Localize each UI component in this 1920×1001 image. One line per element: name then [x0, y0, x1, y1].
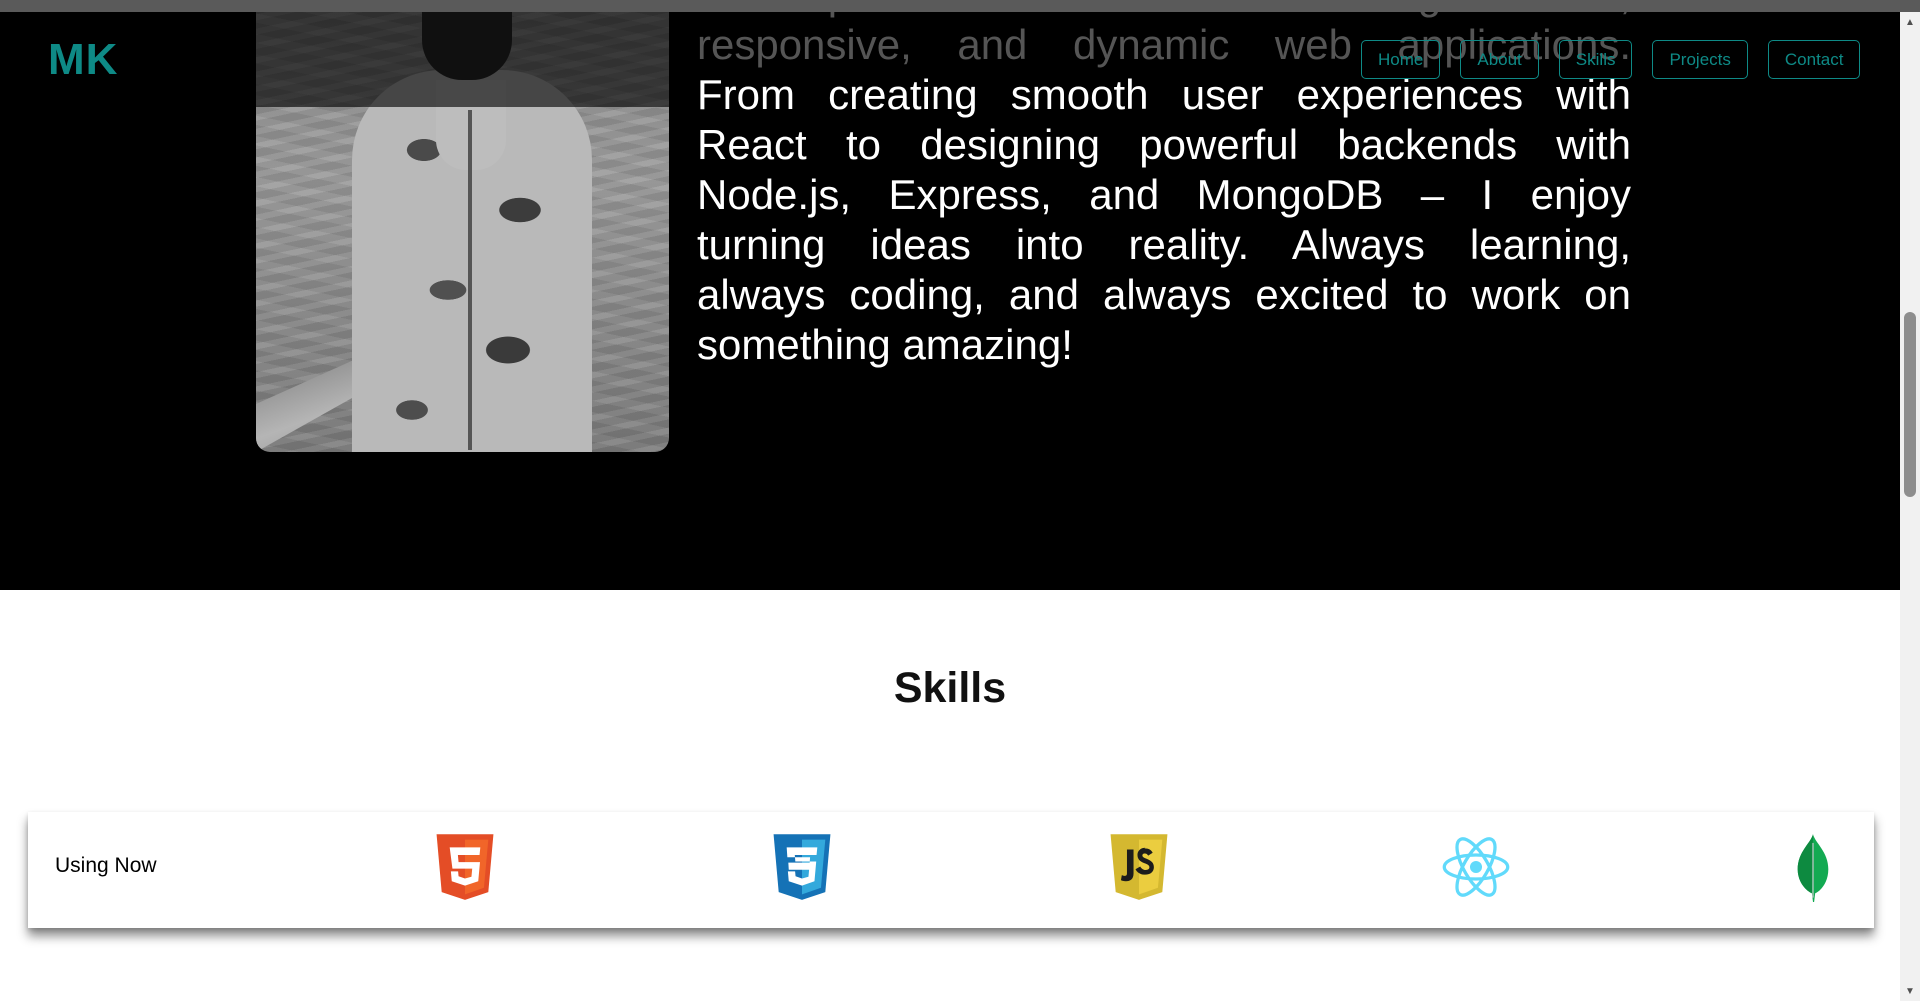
mongodb-icon [1778, 832, 1848, 902]
bio-line: React to designing powerful backends wit… [697, 121, 1631, 168]
profile-photo [256, 0, 669, 452]
css3-icon [767, 832, 837, 902]
bio-line: always coding, and always excited to wor… [697, 271, 1631, 318]
scroll-down-arrow-icon[interactable]: ▼ [1900, 981, 1920, 1001]
photo-overlay [256, 0, 669, 107]
photo-person-zipper [468, 110, 472, 450]
bio-line: something amazing! [697, 321, 1073, 368]
javascript-icon [1104, 832, 1174, 902]
skills-card-using-now: Using Now [28, 812, 1874, 928]
scroll-up-arrow-icon[interactable]: ▲ [1900, 12, 1920, 32]
nav-skills-button[interactable]: Skills [1558, 40, 1633, 79]
bio-line: turning ideas into reality. Always learn… [697, 221, 1631, 268]
browser-top-strip [0, 0, 1920, 12]
react-icon [1441, 832, 1511, 902]
main-nav: Home About Skills Projects Contact [1361, 40, 1861, 79]
scrollbar-thumb[interactable] [1904, 312, 1916, 497]
html5-icon [430, 832, 500, 902]
about-section: Developer who loves building clean, resp… [0, 0, 1900, 590]
skills-heading: Skills [893, 664, 1007, 712]
nav-about-button[interactable]: About [1460, 40, 1539, 79]
site-logo[interactable]: MK [48, 35, 118, 85]
nav-home-button[interactable]: Home [1361, 40, 1441, 79]
nav-contact-button[interactable]: Contact [1767, 40, 1861, 79]
nav-projects-button[interactable]: Projects [1652, 40, 1748, 79]
page-scrollbar[interactable]: ▲ ▼ [1900, 12, 1920, 1001]
using-now-label: Using Now [55, 854, 157, 877]
bio-line: Node.js, Express, and MongoDB – I enjoy [697, 171, 1631, 218]
